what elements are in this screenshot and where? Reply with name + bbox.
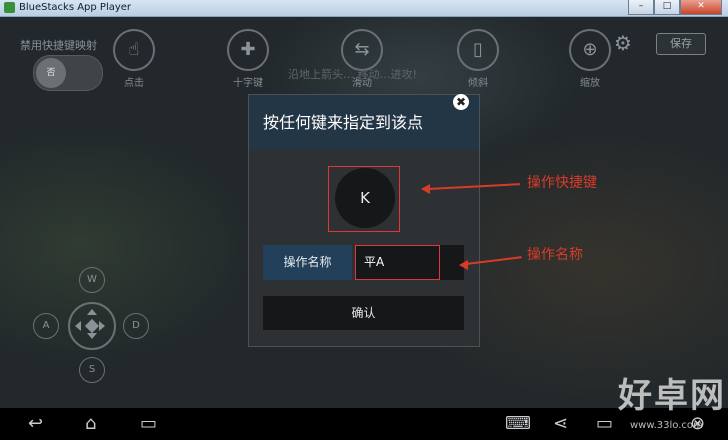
- keyboard-icon[interactable]: ⌨: [505, 412, 531, 436]
- keymapping-toolbar: 禁用快捷键映射 否 ☝ 点击 ✚ 十字键 ⇆ 滑动 ▯ 倾斜 ⊕ 缩放 ⚙ 保存…: [0, 17, 728, 95]
- swipe-icon: ⇆: [341, 29, 383, 71]
- dpad-down-key[interactable]: S: [79, 357, 105, 383]
- close-window-button[interactable]: ✕: [680, 0, 722, 15]
- dpad-left-arrow-icon: [70, 321, 81, 331]
- shortcut-annotation-arrowhead: [421, 184, 430, 194]
- gear-icon[interactable]: ⚙: [614, 31, 632, 55]
- dpad-up-key[interactable]: W: [79, 267, 105, 293]
- tool-dpad-label: 十字键: [233, 78, 263, 89]
- game-hint-text: 沿地上箭头… 移动…进攻!: [288, 68, 417, 81]
- watermark-logo: 好卓网: [618, 376, 726, 416]
- close-icon[interactable]: ✖: [453, 94, 469, 110]
- dialog-title: 按任何键来指定到该点: [249, 95, 479, 150]
- dpad-right-key[interactable]: D: [123, 313, 149, 339]
- window-controls: – □ ✕: [628, 0, 722, 15]
- action-name-input[interactable]: 平A: [355, 245, 440, 280]
- screen-icon[interactable]: ▭: [596, 412, 613, 436]
- window-titlebar: BlueStacks App Player – □ ✕: [0, 0, 728, 17]
- window-title: BlueStacks App Player: [19, 2, 132, 13]
- tap-icon: ☝: [113, 29, 155, 71]
- tool-zoom-label: 缩放: [580, 78, 600, 89]
- maximize-button[interactable]: □: [654, 0, 680, 15]
- shortcut-annotation-text: 操作快捷键: [527, 175, 597, 191]
- home-icon[interactable]: ⌂: [85, 412, 96, 436]
- zoom-icon: ⊕: [569, 29, 611, 71]
- shortcut-key-highlight: K: [328, 166, 400, 232]
- dpad-left-key[interactable]: A: [33, 313, 59, 339]
- tool-tap-button[interactable]: ☝ 点击: [104, 29, 164, 89]
- dpad-center-icon: [84, 318, 100, 334]
- bluestacks-logo-icon: [4, 2, 15, 13]
- dpad-down-arrow-icon: [87, 333, 97, 344]
- back-icon[interactable]: ↩: [28, 412, 43, 436]
- dpad-joystick[interactable]: [68, 302, 116, 350]
- recent-apps-icon[interactable]: ▭: [140, 412, 157, 436]
- tool-tilt-label: 倾斜: [468, 78, 488, 89]
- shortcut-key-button[interactable]: K: [335, 168, 395, 228]
- watermark-url: www.33lo.com: [630, 420, 703, 431]
- toggle-knob: 否: [36, 58, 66, 88]
- tool-tap-label: 点击: [124, 78, 144, 89]
- confirm-button[interactable]: 确认: [263, 296, 464, 330]
- assign-key-dialog: 按任何键来指定到该点 ✖ K 操作名称 平A 确认: [248, 94, 480, 347]
- action-name-label: 操作名称: [263, 245, 352, 280]
- save-button[interactable]: 保存: [656, 33, 706, 55]
- tilt-icon: ▯: [457, 29, 499, 71]
- tool-zoom-button[interactable]: ⊕ 缩放: [560, 29, 620, 89]
- dpad-right-arrow-icon: [99, 321, 110, 331]
- dpad-up-arrow-icon: [87, 304, 97, 315]
- disable-mapping-toggle[interactable]: 否: [33, 55, 103, 91]
- name-annotation-text: 操作名称: [527, 247, 583, 263]
- game-screen: 禁用快捷键映射 否 ☝ 点击 ✚ 十字键 ⇆ 滑动 ▯ 倾斜 ⊕ 缩放 ⚙ 保存…: [0, 17, 728, 408]
- tool-dpad-button[interactable]: ✚ 十字键: [218, 29, 278, 89]
- minimize-button[interactable]: –: [628, 0, 654, 15]
- tool-tilt-button[interactable]: ▯ 倾斜: [448, 29, 508, 89]
- name-annotation-arrowhead: [459, 260, 468, 270]
- share-icon[interactable]: ⋖: [553, 412, 568, 436]
- disable-mapping-label: 禁用快捷键映射: [20, 39, 97, 52]
- dpad-icon: ✚: [227, 29, 269, 71]
